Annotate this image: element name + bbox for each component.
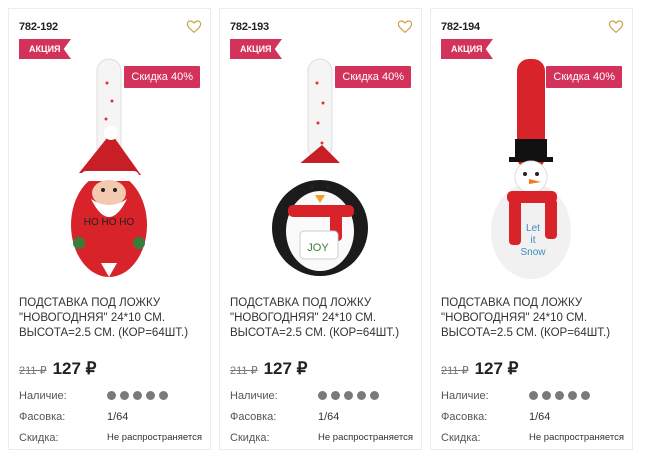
availability-dot xyxy=(159,391,168,400)
product-specs: Наличие: Фасовка: 1/64 Скидка: Не распро… xyxy=(230,385,425,448)
product-title-line: "НОВОГОДНЯЯ" 24*10 СМ. xyxy=(441,312,588,324)
product-title[interactable]: ПОДСТАВКА ПОД ЛОЖКУ "НОВОГОДНЯЯ" 24*10 С… xyxy=(230,296,420,341)
availability-label: Наличие: xyxy=(441,389,489,402)
old-price: 211 ₽ xyxy=(19,365,47,377)
discount-badge: Скидка 40% xyxy=(546,66,622,88)
product-specs: Наличие: Фасовка: 1/64 Скидка: Не распро… xyxy=(441,385,636,448)
product-title-line: ВЫСОТА=2.5 СМ. (КОР=64ШТ.) xyxy=(441,327,611,339)
product-title-line: "НОВОГОДНЯЯ" 24*10 СМ. xyxy=(230,312,377,324)
product-card[interactable]: 782-194 АКЦИЯ Let it Snow Скидка 40% ПОД… xyxy=(430,8,633,450)
pack-row: Фасовка: 1/64 xyxy=(19,406,214,427)
availability-dot xyxy=(344,391,353,400)
pack-value: 1/64 xyxy=(107,410,129,423)
availability-row: Наличие: xyxy=(230,385,425,406)
svg-text:JOY: JOY xyxy=(307,242,329,254)
availability-indicator xyxy=(529,391,590,400)
svg-text:it: it xyxy=(531,235,536,246)
product-title-line: ПОДСТАВКА ПОД ЛОЖКУ xyxy=(19,297,161,309)
product-title[interactable]: ПОДСТАВКА ПОД ЛОЖКУ "НОВОГОДНЯЯ" 24*10 С… xyxy=(19,296,209,341)
discount-row-label: Скидка: xyxy=(230,431,270,444)
pack-value: 1/64 xyxy=(318,410,340,423)
price-block: 211 ₽ 127 ₽ xyxy=(441,359,519,379)
old-price: 211 ₽ xyxy=(441,365,469,377)
discount-row-value: Не распространяется xyxy=(107,432,202,443)
product-sku: 782-192 xyxy=(19,21,58,33)
availability-dot xyxy=(318,391,327,400)
discount-row-label: Скидка: xyxy=(441,431,481,444)
availability-dot xyxy=(357,391,366,400)
product-title-line: ПОДСТАВКА ПОД ЛОЖКУ xyxy=(441,297,583,309)
product-title-line: ВЫСОТА=2.5 СМ. (КОР=64ШТ.) xyxy=(19,327,189,339)
product-title[interactable]: ПОДСТАВКА ПОД ЛОЖКУ "НОВОГОДНЯЯ" 24*10 С… xyxy=(441,296,631,341)
product-sku: 782-194 xyxy=(441,21,480,33)
price-block: 211 ₽ 127 ₽ xyxy=(19,359,97,379)
heart-icon[interactable] xyxy=(186,19,202,35)
availability-indicator xyxy=(107,391,168,400)
current-price: 127 ₽ xyxy=(263,359,308,378)
old-price: 211 ₽ xyxy=(230,365,258,377)
product-sku: 782-193 xyxy=(230,21,269,33)
discount-row-value: Не распространяется xyxy=(529,432,624,443)
pack-label: Фасовка: xyxy=(19,410,66,423)
product-title-line: "НОВОГОДНЯЯ" 24*10 СМ. xyxy=(19,312,166,324)
price-block: 211 ₽ 127 ₽ xyxy=(230,359,308,379)
availability-dot xyxy=(370,391,379,400)
heart-icon[interactable] xyxy=(608,19,624,35)
product-title-line: ВЫСОТА=2.5 СМ. (КОР=64ШТ.) xyxy=(230,327,400,339)
discount-row-label: Скидка: xyxy=(19,431,59,444)
product-grid: 782-192 АКЦИЯ HO HO HO Скидка 40% ПОДСТА… xyxy=(8,8,633,450)
discount-badge: Скидка 40% xyxy=(335,66,411,88)
product-card[interactable]: 782-193 АКЦИЯ JOY Скидка 40% ПОДСТАВКА П… xyxy=(219,8,422,450)
availability-dot xyxy=(120,391,129,400)
availability-dot xyxy=(581,391,590,400)
availability-dot xyxy=(568,391,577,400)
pack-label: Фасовка: xyxy=(230,410,277,423)
product-card[interactable]: 782-192 АКЦИЯ HO HO HO Скидка 40% ПОДСТА… xyxy=(8,8,211,450)
availability-dot xyxy=(107,391,116,400)
pack-row: Фасовка: 1/64 xyxy=(230,406,425,427)
availability-dot xyxy=(133,391,142,400)
availability-row: Наличие: xyxy=(19,385,214,406)
availability-label: Наличие: xyxy=(19,389,67,402)
discount-row: Скидка: Не распространяется xyxy=(19,427,214,448)
product-title-line: ПОДСТАВКА ПОД ЛОЖКУ xyxy=(230,297,372,309)
availability-dot xyxy=(529,391,538,400)
availability-dot xyxy=(542,391,551,400)
current-price: 127 ₽ xyxy=(474,359,519,378)
availability-dot xyxy=(555,391,564,400)
discount-row-value: Не распространяется xyxy=(318,432,413,443)
availability-label: Наличие: xyxy=(230,389,278,402)
discount-row: Скидка: Не распространяется xyxy=(441,427,636,448)
discount-row: Скидка: Не распространяется xyxy=(230,427,425,448)
heart-icon[interactable] xyxy=(397,19,413,35)
svg-text:Let: Let xyxy=(526,223,540,234)
svg-text:Snow: Snow xyxy=(520,247,546,258)
pack-label: Фасовка: xyxy=(441,410,488,423)
svg-text:HO HO HO: HO HO HO xyxy=(84,217,135,228)
current-price: 127 ₽ xyxy=(52,359,97,378)
availability-indicator xyxy=(318,391,379,400)
pack-row: Фасовка: 1/64 xyxy=(441,406,636,427)
availability-row: Наличие: xyxy=(441,385,636,406)
pack-value: 1/64 xyxy=(529,410,551,423)
availability-dot xyxy=(331,391,340,400)
product-specs: Наличие: Фасовка: 1/64 Скидка: Не распро… xyxy=(19,385,214,448)
discount-badge: Скидка 40% xyxy=(124,66,200,88)
availability-dot xyxy=(146,391,155,400)
